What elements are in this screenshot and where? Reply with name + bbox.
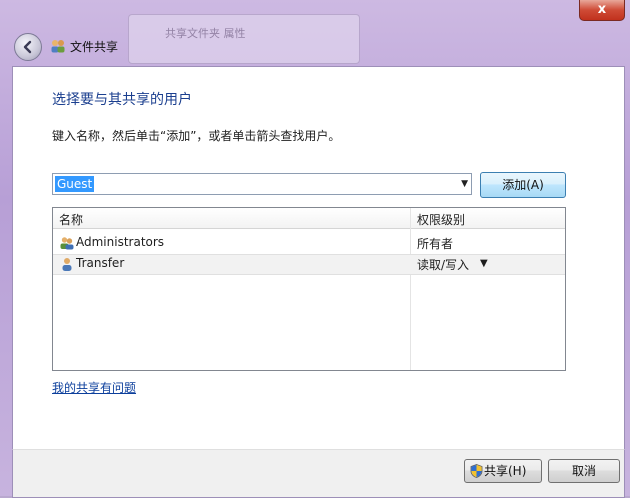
background-window-title: 共享文件夹 属性 [165, 27, 246, 40]
uac-shield-icon [470, 464, 483, 478]
row-user-name: Transfer [76, 256, 125, 270]
table-row[interactable]: Administrators 所有者 [53, 233, 565, 254]
window-title: 文件共享 [70, 40, 119, 54]
user-icon [62, 258, 72, 271]
close-button[interactable]: x [579, 0, 625, 21]
chevron-down-icon[interactable]: ▼ [461, 177, 468, 191]
add-button[interactable]: 添加(A) [480, 172, 566, 198]
users-list: 名称 权限级别 Administrators 所有者 Transfer 读取/写… [52, 207, 566, 371]
background-window: 共享文件夹 属性 [128, 14, 360, 64]
permission-dropdown[interactable]: 读取/写入 [417, 256, 469, 273]
dialog-content: 选择要与其共享的用户 键入名称，然后单击“添加”，或者单击箭头查找用户。 Gue… [12, 66, 625, 450]
combobox-value: Guest [55, 176, 95, 192]
column-header-name[interactable]: 名称 [59, 211, 83, 228]
dialog-footer: 共享(H) 取消 [12, 449, 625, 498]
arrow-left-icon [23, 40, 32, 54]
user-name-combobox[interactable]: Guest ▼ [52, 173, 472, 195]
back-button[interactable] [14, 33, 42, 61]
cancel-button[interactable]: 取消 [548, 459, 620, 483]
share-users-icon [51, 40, 65, 53]
caret-down-icon[interactable]: ▼ [480, 258, 488, 269]
group-users-icon [60, 237, 74, 250]
instruction-text: 键入名称，然后单击“添加”，或者单击箭头查找用户。 [52, 129, 341, 143]
column-header-permission[interactable]: 权限级别 [417, 211, 465, 228]
row-permission: 所有者 [417, 237, 454, 251]
sharing-help-link[interactable]: 我的共享有问题 [52, 379, 136, 396]
list-header: 名称 权限级别 [53, 208, 565, 229]
table-row[interactable]: Transfer 读取/写入 ▼ [53, 254, 565, 275]
share-button-label: 共享(H) [484, 464, 527, 478]
share-button[interactable]: 共享(H) [464, 459, 542, 483]
page-heading: 选择要与其共享的用户 [52, 92, 192, 108]
row-user-name: Administrators [76, 235, 165, 249]
